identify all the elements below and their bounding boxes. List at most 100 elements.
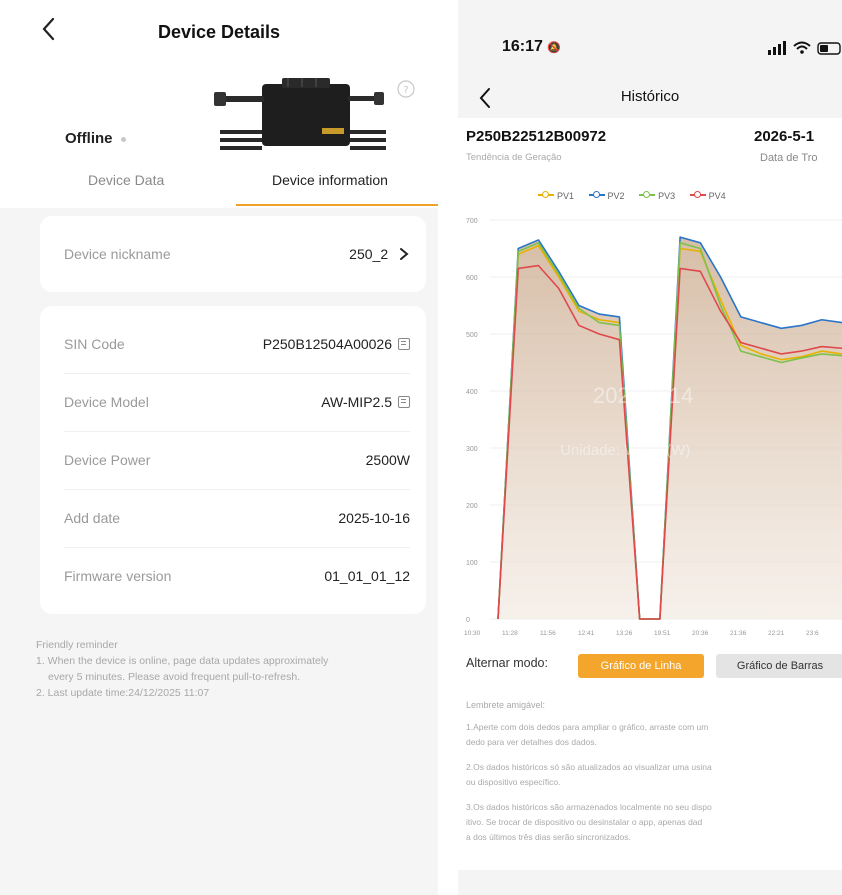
x-tick-label: 23:6	[806, 630, 819, 637]
status-bar: 16:17 🔕	[458, 0, 842, 80]
y-tick-label: 500	[466, 332, 478, 339]
y-tick-label: 300	[466, 446, 478, 453]
chevron-right-icon	[400, 248, 409, 260]
info-row-device-model: Device Model AW-MIP2.5	[64, 374, 410, 432]
status-text: Offline	[65, 130, 113, 147]
tip-line: a dos últimos três dias serão sincroniza…	[466, 832, 631, 842]
copy-icon[interactable]	[398, 338, 410, 350]
legend-marker-icon	[689, 190, 706, 200]
x-axis-ticks: 10:30 11:28 11:56 12:41 13:26 19:51 20:36 21:36…	[464, 630, 819, 637]
info-label: Add date	[64, 510, 121, 526]
tip-title: Lembrete amigável:	[466, 700, 546, 710]
nickname-value: 250_2	[349, 246, 389, 262]
status-time: 16:17 🔕	[502, 38, 561, 56]
svg-text:?: ?	[403, 85, 408, 96]
help-icon[interactable]: ?	[395, 78, 417, 100]
tip-line: 2.Os dados históricos só são atualizados…	[466, 762, 712, 772]
info-row-firmware: Firmware version 01_01_01_12	[64, 548, 410, 606]
nickname-row[interactable]: Device nickname 250_2	[64, 226, 410, 284]
y-tick-label: 0	[466, 617, 470, 624]
reminder-line: 1. When the device is online, page data …	[36, 655, 329, 667]
nickname-value-wrap: 250_2	[349, 246, 410, 262]
legend-item-pv2[interactable]: PV2	[588, 190, 625, 201]
tip-line: dedo para ver detalhes dos dados.	[466, 737, 597, 747]
y-tick-label: 700	[466, 218, 478, 225]
history-navbar: Histórico	[458, 80, 842, 118]
info-value: 2025-10-16	[338, 510, 410, 526]
nickname-label: Device nickname	[64, 246, 171, 262]
copy-icon[interactable]	[398, 396, 410, 408]
info-value: 2500W	[365, 452, 410, 468]
chart-watermark-unit: Unidade: Watts (W)	[560, 442, 690, 459]
reminder-line: every 5 minutes. Please avoid frequent p…	[48, 671, 301, 683]
chart-legend: PV1 PV2 PV3 PV4	[538, 190, 738, 201]
info-row-device-power: Device Power 2500W	[64, 432, 410, 490]
reminder-line: 2. Last update time:24/12/2025 11:07	[36, 687, 210, 699]
device-info-card: SIN Code P250B12504A00026 Device Model A…	[40, 306, 426, 614]
microinverter-image	[214, 78, 386, 150]
change-date-link[interactable]: Data de Tro	[760, 152, 817, 164]
chart-subtitle: Tendência de Geração	[466, 152, 562, 163]
line-chart-button[interactable]: Gráfico de Linha	[578, 654, 704, 678]
silent-bell-icon: 🔕	[547, 42, 562, 54]
info-label: Firmware version	[64, 568, 172, 584]
legend-item-pv1[interactable]: PV1	[538, 191, 574, 201]
bar-chart-button[interactable]: Gráfico de Barras	[716, 654, 842, 678]
info-label: Device Model	[64, 394, 149, 410]
status-dot-icon	[120, 136, 126, 142]
tip-line: ou dispositivo específico.	[466, 777, 561, 787]
x-tick-label: 10:30	[464, 630, 481, 637]
legend-marker-icon	[538, 190, 554, 200]
tip-line: 3.Os dados históricos são armazenados lo…	[466, 802, 712, 812]
nickname-card[interactable]: Device nickname 250_2	[40, 216, 426, 292]
info-value: P250B12504A00026	[262, 336, 392, 352]
x-tick-label: 22:21	[768, 630, 785, 637]
reminder-title: Friendly reminder	[36, 639, 118, 651]
info-value-wrap: AW-MIP2.5	[321, 394, 410, 410]
x-tick-label: 21:36	[730, 630, 747, 637]
y-tick-label: 200	[466, 503, 478, 510]
legend-marker-icon	[639, 190, 656, 200]
x-tick-label: 12:41	[578, 630, 595, 637]
power-history-chart[interactable]: 0 100 200 300 400 500 600 700 10:30 11:28 11:56 12…	[458, 205, 842, 645]
signal-wifi-battery-icon	[768, 41, 841, 55]
tip-line: itivo. Se trocar de dispositivo ou desin…	[466, 817, 703, 827]
active-tab-indicator	[236, 204, 438, 206]
info-value: AW-MIP2.5	[321, 394, 392, 410]
tab-device-data[interactable]: Device Data	[88, 172, 164, 188]
info-row-add-date: Add date 2025-10-16	[64, 490, 410, 548]
time-text: 16:17	[502, 38, 543, 55]
page-title: Histórico	[620, 88, 680, 105]
x-tick-label: 13:26	[616, 630, 633, 637]
x-tick-label: 20:36	[692, 630, 709, 637]
y-tick-label: 400	[466, 389, 478, 396]
legend-item-pv4[interactable]: PV4	[689, 190, 726, 201]
device-status: Offline	[65, 130, 126, 147]
tip-line: 1.Aperte com dois dedos para ampliar o g…	[466, 722, 709, 732]
legend-marker-icon	[588, 190, 605, 200]
y-tick-label: 100	[466, 560, 478, 567]
legend-label: PV1	[557, 191, 575, 201]
bottom-area	[458, 870, 842, 895]
chart-watermark-date: 2026-5-14	[593, 383, 693, 408]
mode-label: Alternar modo:	[466, 656, 548, 670]
legend-label: PV4	[708, 191, 726, 201]
y-tick-label: 600	[466, 275, 478, 282]
info-value: 01_01_01_12	[324, 568, 410, 584]
legend-label: PV2	[607, 191, 625, 201]
legend-label: PV3	[658, 191, 676, 201]
device-details-screen: Device Details Offline ? Device Data Dev…	[0, 0, 438, 895]
tab-device-information[interactable]: Device information	[272, 172, 388, 188]
info-row-sin-code: SIN Code P250B12504A00026	[64, 316, 410, 374]
detail-tabs: Device Data Device information	[36, 172, 438, 208]
friendly-reminder: Friendly reminder 1. When the device is …	[36, 638, 436, 702]
selected-date[interactable]: 2026-5-1	[754, 128, 814, 145]
legend-item-pv3[interactable]: PV3	[639, 191, 675, 201]
info-label: SIN Code	[64, 336, 125, 352]
x-tick-label: 11:28	[502, 630, 518, 637]
info-value-wrap: P250B12504A00026	[263, 336, 410, 352]
y-axis-ticks: 0 100 200 300 400 500 600 700	[466, 218, 478, 624]
x-tick-label: 11:56	[540, 630, 556, 637]
history-screen: 16:17 🔕 Histórico P250B22512B00972 2026-…	[458, 0, 842, 895]
page-title: Device Details	[157, 22, 281, 42]
